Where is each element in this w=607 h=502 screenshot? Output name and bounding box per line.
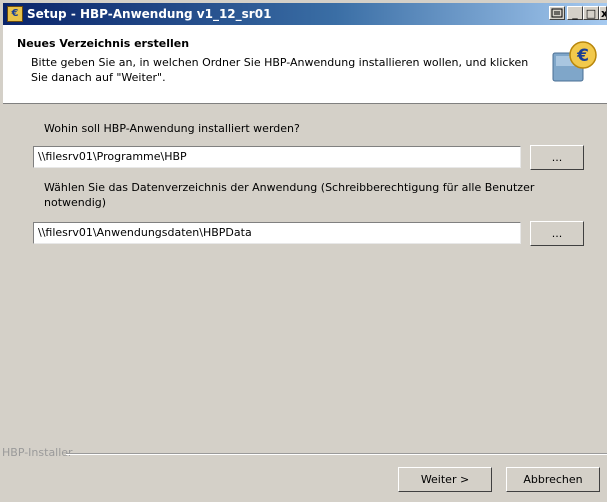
cancel-button[interactable]: Abbrechen (506, 467, 600, 492)
page-title: Neues Verzeichnis erstellen (17, 37, 190, 50)
data-dir-input[interactable]: \\filesrv01\Anwendungsdaten\HBPData (33, 222, 521, 244)
maximize-button[interactable]: □ (583, 6, 599, 20)
header-panel: Neues Verzeichnis erstellen Bitte geben … (3, 25, 607, 104)
close-button[interactable]: x (599, 6, 607, 20)
install-dir-input[interactable]: \\filesrv01\Programme\HBP (33, 146, 521, 168)
page-subtitle: Bitte geben Sie an, in welchen Ordner Si… (31, 56, 529, 84)
title-bar[interactable]: € Setup - HBP-Anwendung v1_12_sr01 _ □ x (3, 3, 607, 25)
minimize-button[interactable]: _ (567, 6, 583, 20)
setup-window: € Setup - HBP-Anwendung v1_12_sr01 _ □ x… (0, 0, 607, 502)
install-dir-label: Wohin soll HBP-Anwendung installiert wer… (44, 122, 300, 135)
window-menu-icon[interactable] (549, 6, 565, 20)
app-icon: € (7, 6, 23, 22)
data-dir-browse-button[interactable]: ... (530, 221, 584, 246)
window-title: Setup - HBP-Anwendung v1_12_sr01 (27, 7, 272, 21)
data-dir-label: Wählen Sie das Datenverzeichnis der Anwe… (44, 181, 535, 209)
wizard-euro-icon: € (551, 39, 597, 85)
next-button[interactable]: Weiter > (398, 467, 492, 492)
install-dir-browse-button[interactable]: ... (530, 145, 584, 170)
installer-group-label: HBP-Installer (2, 446, 73, 459)
footer-divider (66, 453, 607, 455)
svg-text:€: € (576, 46, 589, 66)
